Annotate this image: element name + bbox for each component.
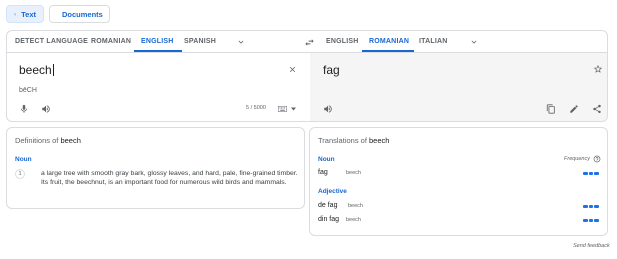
- text-caret: [52, 64, 54, 76]
- source-lang-spanish[interactable]: SPANISH: [184, 31, 216, 53]
- translation-output: fag: [323, 63, 340, 77]
- source-text-input[interactable]: beech: [19, 63, 54, 77]
- source-lang-romanian[interactable]: ROMANIAN: [91, 31, 131, 53]
- close-icon[interactable]: [288, 65, 297, 74]
- chevron-down-icon[interactable]: [469, 37, 479, 47]
- microphone-icon[interactable]: [19, 104, 29, 114]
- edit-icon[interactable]: [569, 104, 579, 114]
- speaker-icon[interactable]: [323, 104, 333, 114]
- translations-word: beech: [369, 136, 390, 145]
- target-lang-english[interactable]: ENGLISH: [326, 31, 359, 53]
- translations-title-prefix: Translations of: [318, 136, 367, 145]
- back-translation[interactable]: beech: [348, 203, 363, 209]
- language-bar: DETECT LANGUAGE ROMANIAN ENGLISH SPANISH…: [7, 31, 607, 53]
- source-lang-active-underline: [134, 50, 182, 52]
- target-lang-italian[interactable]: ITALIAN: [419, 31, 448, 53]
- text-mode-button[interactable]: Text: [6, 5, 44, 23]
- source-lang-detect[interactable]: DETECT LANGUAGE: [15, 31, 88, 53]
- frequency-label: Frequency: [564, 156, 590, 162]
- text-mode-label: Text: [21, 9, 36, 19]
- definitions-title-prefix: Definitions of: [15, 136, 59, 145]
- definitions-title: Definitions of beech: [15, 136, 81, 145]
- frequency-bar: [583, 205, 600, 208]
- translation-word[interactable]: de fag: [318, 202, 337, 209]
- definition-part-of-speech: Noun: [15, 156, 32, 163]
- keyboard-icon[interactable]: [278, 106, 287, 112]
- target-lang-active-underline: [362, 50, 414, 52]
- definition-number: 1: [15, 169, 25, 179]
- documents-mode-label: Documents: [62, 9, 103, 19]
- chevron-down-icon[interactable]: [291, 107, 296, 111]
- back-translation[interactable]: beech: [346, 217, 361, 223]
- documents-mode-button[interactable]: Documents: [49, 5, 110, 23]
- translations-title: Translations of beech: [318, 136, 389, 145]
- translate-icon: [14, 13, 17, 15]
- target-panel: fag: [310, 53, 607, 121]
- source-transliteration: bēCH: [19, 87, 37, 94]
- share-icon[interactable]: [592, 104, 602, 114]
- help-icon[interactable]: [593, 155, 601, 163]
- back-translation[interactable]: beech: [346, 170, 361, 176]
- star-icon[interactable]: [593, 64, 603, 74]
- translations-card: Translations of beech Frequency Noun fag…: [309, 127, 608, 236]
- character-count: 5 / 5000: [246, 105, 266, 111]
- frequency-bar: [583, 219, 600, 222]
- definition-text: a large tree with smooth gray bark, glos…: [41, 170, 298, 186]
- translation-pos-noun: Noun: [318, 156, 335, 163]
- chevron-down-icon[interactable]: [236, 37, 246, 47]
- definitions-word: beech: [60, 136, 81, 145]
- frequency-bar: [583, 172, 600, 175]
- translation-pos-adjective: Adjective: [318, 188, 347, 195]
- translation-word[interactable]: fag: [318, 169, 328, 176]
- speaker-icon[interactable]: [41, 104, 51, 114]
- translation-word[interactable]: din fag: [318, 216, 339, 223]
- swap-icon[interactable]: [304, 37, 315, 48]
- source-text: beech: [19, 63, 52, 77]
- translator-panel: DETECT LANGUAGE ROMANIAN ENGLISH SPANISH…: [6, 30, 608, 122]
- send-feedback-link[interactable]: Send feedback: [573, 243, 610, 249]
- copy-icon[interactable]: [546, 104, 556, 114]
- definitions-card: Definitions of beech Noun 1 a large tree…: [6, 127, 305, 209]
- source-panel: beech bēCH 5 / 5000: [7, 53, 310, 121]
